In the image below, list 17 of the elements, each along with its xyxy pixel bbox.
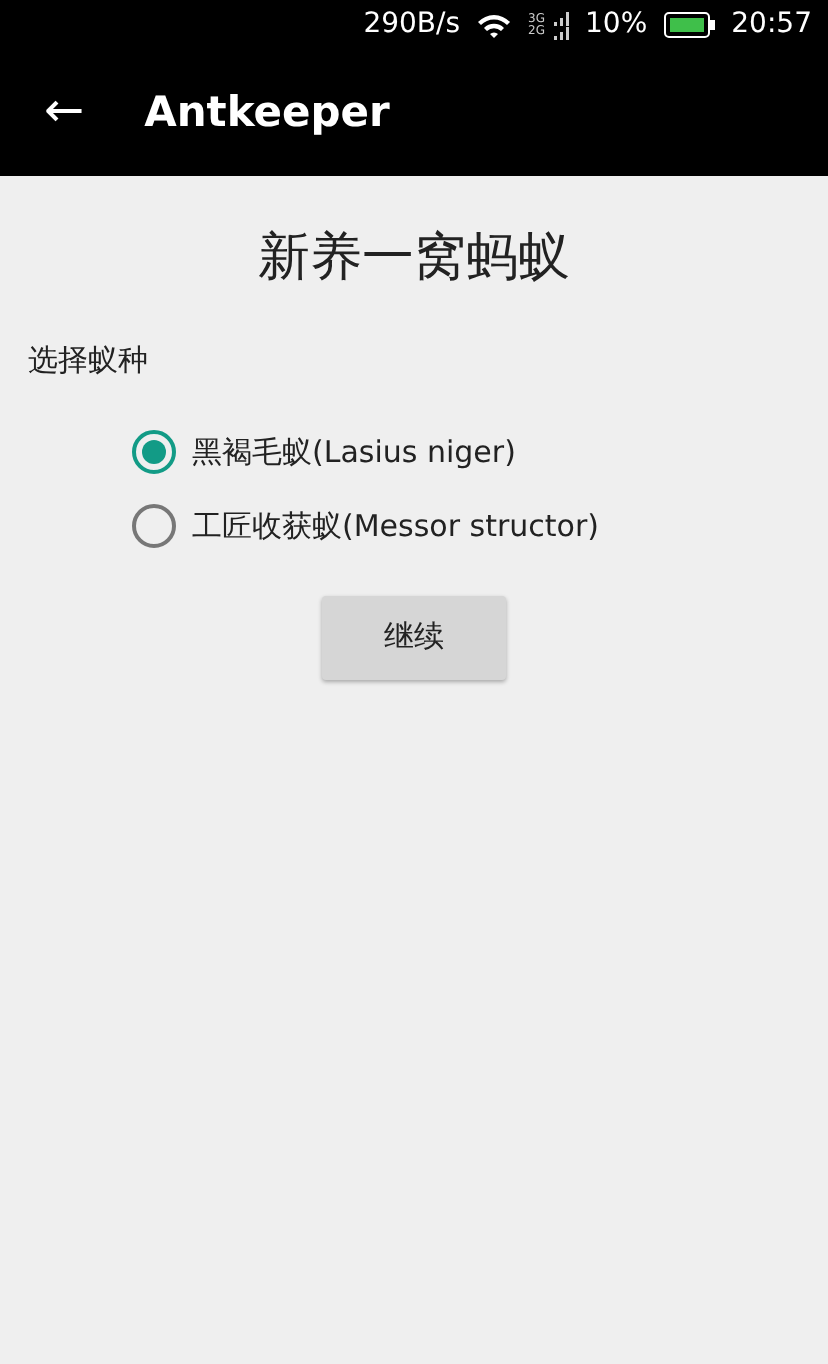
- option-label: 工匠收获蚁(Messor structor): [192, 505, 599, 548]
- radio-button[interactable]: [132, 504, 176, 548]
- signal-icon: [553, 11, 570, 39]
- radio-option[interactable]: 黑褐毛蚁(Lasius niger): [132, 415, 828, 489]
- back-button[interactable]: ←: [0, 85, 105, 141]
- app-title: Antkeeper: [144, 85, 390, 140]
- battery-percent: 10%: [585, 6, 648, 44]
- continue-button[interactable]: 继续: [322, 595, 506, 679]
- network-speed: 290B/s: [363, 6, 461, 44]
- option-label: 黑褐毛蚁(Lasius niger): [192, 431, 516, 474]
- radio-option[interactable]: 工匠收获蚁(Messor structor): [132, 489, 828, 563]
- page-heading: 新养一窝蚂蚁: [256, 226, 572, 292]
- radio-button[interactable]: [132, 430, 176, 474]
- clock: 20:57: [731, 6, 812, 44]
- battery-icon: [663, 12, 716, 38]
- wifi-icon: [476, 11, 513, 39]
- section-label: 选择蚁种: [28, 340, 150, 382]
